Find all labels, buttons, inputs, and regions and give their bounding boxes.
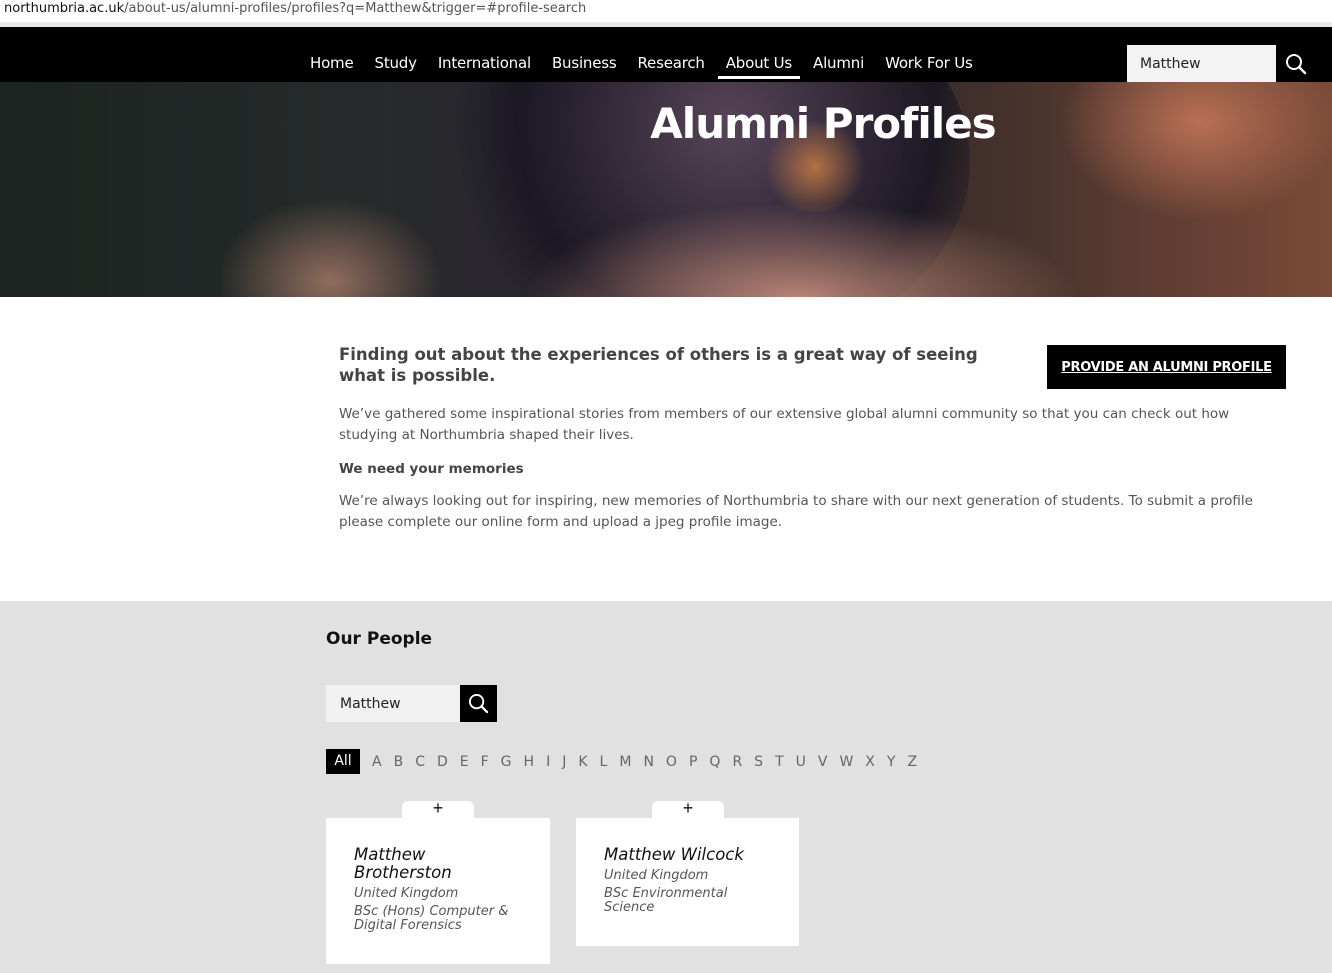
alpha-filter-e[interactable]: E — [460, 754, 469, 770]
page-title: Alumni Profiles — [650, 99, 996, 148]
profile-card[interactable]: + Matthew Wilcock United Kingdom BSc Env… — [576, 799, 799, 946]
url-path: /about-us/alumni-profiles/profiles?q=Mat… — [124, 1, 587, 16]
alpha-filter-q[interactable]: Q — [709, 754, 720, 770]
profile-name[interactable]: Matthew Wilcock — [604, 846, 771, 864]
alpha-filter-z[interactable]: Z — [907, 754, 917, 770]
alpha-filter-j[interactable]: J — [562, 754, 566, 770]
alpha-filter-d[interactable]: D — [437, 754, 448, 770]
alphabet-filter: All ABCDEFGHIJKLMNOPQRSTUVWXYZ — [326, 749, 923, 774]
alpha-filter-u[interactable]: U — [796, 754, 806, 770]
profile-search-input[interactable] — [326, 685, 460, 722]
expand-icon[interactable]: + — [652, 799, 724, 818]
profile-search-button[interactable] — [460, 685, 497, 722]
intro-section: Finding out about the experiences of oth… — [339, 344, 1289, 533]
alpha-filter-b[interactable]: B — [394, 754, 404, 770]
alpha-filter-x[interactable]: X — [865, 754, 875, 770]
alpha-filter-n[interactable]: N — [643, 754, 653, 770]
alpha-filter-v[interactable]: V — [818, 754, 828, 770]
alpha-filter-o[interactable]: O — [666, 754, 677, 770]
provide-alumni-profile-button[interactable]: PROVIDE AN ALUMNI PROFILE — [1047, 345, 1286, 389]
alpha-filter-s[interactable]: S — [754, 754, 763, 770]
intro-subheading: We need your memories — [339, 461, 524, 477]
alpha-filter-p[interactable]: P — [689, 754, 697, 770]
alpha-filter-k[interactable]: K — [578, 754, 587, 770]
intro-paragraph: We’ve gathered some inspirational storie… — [339, 406, 1230, 443]
nav-item-international[interactable]: International — [438, 27, 531, 82]
nav-item-business[interactable]: Business — [552, 27, 617, 82]
alpha-filter-a[interactable]: A — [372, 754, 382, 770]
expand-icon[interactable]: + — [402, 799, 474, 818]
section-title: Our People — [326, 629, 433, 649]
nav-item-work-for-us[interactable]: Work For Us — [885, 27, 973, 82]
alpha-filter-f[interactable]: F — [481, 754, 489, 770]
nav-item-alumni[interactable]: Alumni — [813, 27, 864, 82]
alpha-filter-h[interactable]: H — [524, 754, 535, 770]
alpha-filter-i[interactable]: I — [546, 754, 550, 770]
nav-search-input[interactable] — [1127, 45, 1276, 82]
our-people-section: Our People All ABCDEFGHIJKLMNOPQRSTUVWXY… — [0, 601, 1332, 973]
hero-banner: Alumni Profiles — [0, 82, 1332, 297]
nav-item-study[interactable]: Study — [375, 27, 418, 82]
profile-location: United Kingdom — [604, 868, 709, 883]
intro-heading: Finding out about the experiences of oth… — [339, 345, 978, 385]
address-bar[interactable]: northumbria.ac.uk/about-us/alumni-profil… — [0, 0, 1332, 22]
search-icon — [1286, 53, 1307, 74]
profile-name[interactable]: Matthew Brotherston — [354, 846, 522, 882]
main-navigation: Home Study International Business Resear… — [0, 27, 1332, 82]
search-icon — [468, 693, 489, 714]
alpha-filter-t[interactable]: T — [775, 754, 784, 770]
intro-paragraph-memories: We’re always looking out for inspiring, … — [339, 493, 1253, 530]
alpha-filter-r[interactable]: R — [732, 754, 742, 770]
profile-course: BSc Environmental Science — [604, 886, 728, 915]
nav-search-button[interactable] — [1276, 45, 1316, 82]
alpha-filter-m[interactable]: M — [619, 754, 631, 770]
profile-card[interactable]: + Matthew Brotherston United Kingdom BSc… — [326, 799, 550, 964]
alpha-filter-w[interactable]: W — [839, 754, 853, 770]
url-host: northumbria.ac.uk — [4, 1, 125, 16]
profile-course: BSc (Hons) Computer & Digital Forensics — [354, 904, 509, 933]
nav-item-about-us[interactable]: About Us — [717, 27, 801, 82]
alpha-filter-l[interactable]: L — [600, 754, 608, 770]
nav-item-home[interactable]: Home — [310, 27, 354, 82]
alpha-filter-all[interactable]: All — [326, 749, 360, 774]
nav-links: Home Study International Business Resear… — [310, 27, 994, 82]
nav-item-research[interactable]: Research — [638, 27, 705, 82]
alpha-filter-g[interactable]: G — [501, 754, 512, 770]
alpha-filter-c[interactable]: C — [415, 754, 425, 770]
profile-location: United Kingdom — [354, 886, 459, 901]
alpha-filter-y[interactable]: Y — [887, 754, 896, 770]
